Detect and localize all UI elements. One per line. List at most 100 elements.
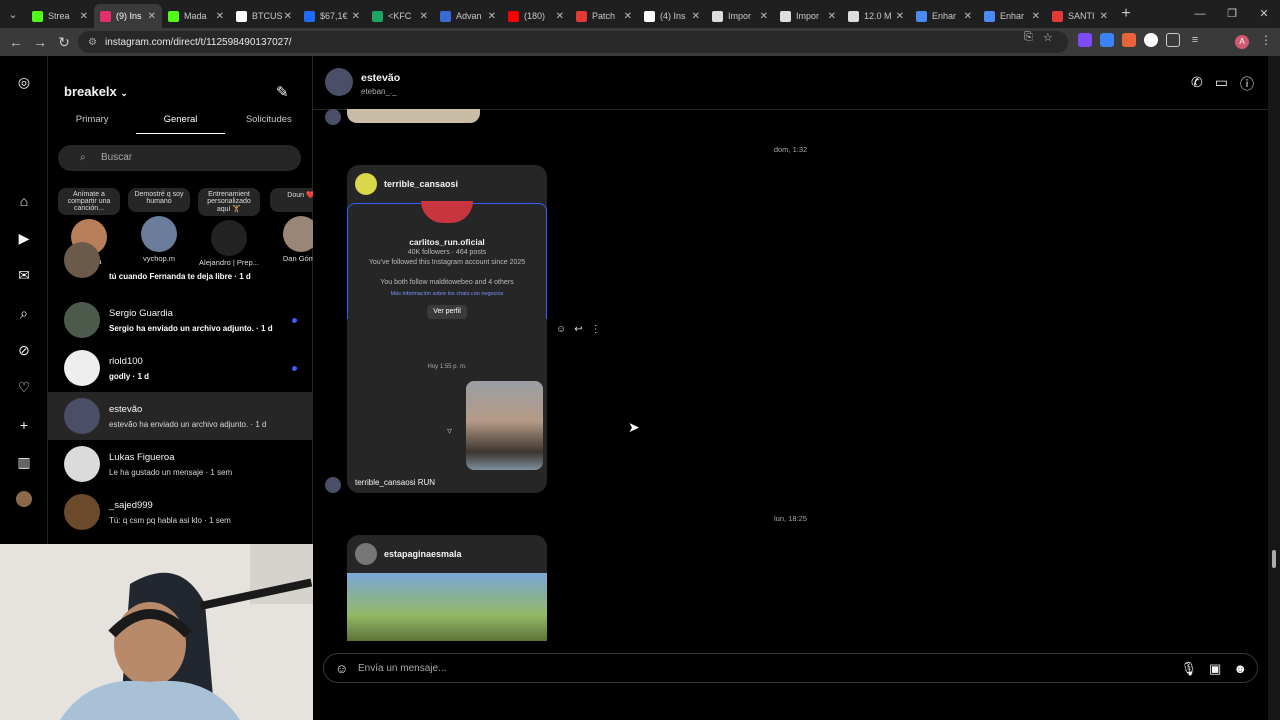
- search-input[interactable]: ⌕ Buscar: [58, 145, 301, 171]
- url-field[interactable]: ⚙ instagram.com/direct/t/112598490137027…: [78, 31, 1068, 53]
- reels-icon[interactable]: ▶: [16, 230, 32, 246]
- business-info-link[interactable]: Más información sobre los chats con nego…: [347, 291, 547, 297]
- tab-close-icon[interactable]: ✕: [420, 11, 428, 22]
- conversation-item[interactable]: estevão estevão ha enviado un archivo adj…: [48, 392, 313, 440]
- browser-tab[interactable]: Enhar ✕: [978, 4, 1046, 28]
- browser-tab[interactable]: <KFC ✕: [366, 4, 434, 28]
- tab-close-icon[interactable]: ✕: [488, 11, 496, 22]
- conversation-item[interactable]: _sajed999 Tú: q csm pq habla asi klo · 1 …: [48, 488, 313, 536]
- install-icon[interactable]: ⎘: [1024, 31, 1033, 44]
- sticker-icon[interactable]: ☻: [1233, 661, 1247, 677]
- reply-icon[interactable]: ↩: [574, 324, 582, 335]
- post-author[interactable]: terrible_cansaosi: [384, 179, 458, 189]
- back-icon[interactable]: ←: [4, 34, 28, 50]
- menu-dots-icon[interactable]: ⋮: [1260, 33, 1272, 47]
- home-icon[interactable]: ⌂: [16, 193, 32, 209]
- contact-name[interactable]: estevão: [361, 72, 400, 84]
- media-icon[interactable]: ≡: [1188, 33, 1202, 47]
- tab-close-icon[interactable]: ✕: [352, 11, 360, 22]
- tab-close-icon[interactable]: ✕: [148, 11, 156, 22]
- image-upload-icon[interactable]: ▣: [1209, 661, 1221, 677]
- browser-tab[interactable]: SANTI ✕: [1046, 4, 1114, 28]
- browser-tab[interactable]: (4) Ins ✕: [638, 4, 706, 28]
- create-icon[interactable]: +: [16, 417, 32, 433]
- shared-post-card[interactable]: estapaginaesmala: [347, 535, 547, 641]
- page-scrollbar[interactable]: [1268, 56, 1280, 720]
- forward-icon[interactable]: →: [28, 34, 52, 50]
- browser-tab[interactable]: $67,1€ ✕: [298, 4, 366, 28]
- contact-avatar[interactable]: [325, 68, 353, 96]
- browser-tab[interactable]: Strea ✕: [26, 4, 94, 28]
- dashboard-icon[interactable]: ▥: [16, 454, 32, 470]
- tab-close-icon[interactable]: ✕: [80, 11, 88, 22]
- tab-close-icon[interactable]: ✕: [964, 11, 972, 22]
- browser-tab[interactable]: Advan ✕: [434, 4, 502, 28]
- tab-close-icon[interactable]: ✕: [760, 11, 768, 22]
- browser-tab[interactable]: Enhar ✕: [910, 4, 978, 28]
- previous-image-message[interactable]: [347, 109, 480, 123]
- emoji-icon[interactable]: ☺: [335, 661, 348, 676]
- video-call-icon[interactable]: ▭: [1215, 74, 1228, 94]
- minimize-icon[interactable]: —: [1184, 0, 1216, 28]
- microphone-icon[interactable]: 🎙: [1181, 661, 1198, 677]
- inbox-tab[interactable]: Solicitudes: [225, 114, 313, 134]
- shared-image-thumbnail[interactable]: [466, 381, 543, 470]
- browser-tab[interactable]: (180) ✕: [502, 4, 570, 28]
- view-profile-button[interactable]: Ver perfil: [427, 305, 467, 319]
- tab-close-icon[interactable]: ✕: [284, 11, 292, 22]
- extension-icon[interactable]: [1078, 33, 1092, 47]
- puzzle-icon[interactable]: [1166, 33, 1180, 47]
- bookmark-star-icon[interactable]: ☆: [1043, 31, 1053, 44]
- shared-post-image[interactable]: [347, 573, 547, 641]
- profile-avatar[interactable]: A: [1235, 35, 1249, 49]
- ublock-icon[interactable]: [1144, 33, 1158, 47]
- tab-search-icon[interactable]: ⌄: [0, 0, 26, 28]
- browser-tab[interactable]: 12.0 M ✕: [842, 4, 910, 28]
- tab-close-icon[interactable]: ✕: [556, 11, 564, 22]
- tab-close-icon[interactable]: ✕: [216, 11, 224, 22]
- profile-icon[interactable]: [16, 491, 32, 507]
- browser-tab[interactable]: (9) Ins ✕: [94, 4, 162, 28]
- notifications-heart-icon[interactable]: ♡: [16, 379, 32, 395]
- browser-tab[interactable]: Impor ✕: [706, 4, 774, 28]
- compose-icon[interactable]: ✎: [276, 83, 289, 101]
- extension-icon[interactable]: [1122, 33, 1136, 47]
- maximize-icon[interactable]: ❐: [1216, 0, 1248, 28]
- instagram-logo-icon[interactable]: ◎: [16, 74, 32, 90]
- conversation-info-icon[interactable]: ⓘ: [1240, 74, 1254, 94]
- conversation-item[interactable]: rlold100 godly · 1 d: [48, 344, 313, 392]
- react-emoji-icon[interactable]: ☺: [556, 324, 566, 335]
- browser-tab[interactable]: Impor ✕: [774, 4, 842, 28]
- tab-close-icon[interactable]: ✕: [896, 11, 904, 22]
- inbox-tab[interactable]: Primary: [48, 114, 136, 134]
- messenger-icon[interactable]: ✉: [16, 267, 32, 283]
- message-input[interactable]: ☺ Envía un mensaje... 🎙 ▣ ☻: [323, 653, 1258, 683]
- inbox-tab[interactable]: General: [136, 114, 225, 134]
- phone-call-icon[interactable]: ✆: [1191, 74, 1203, 94]
- forward-icon[interactable]: ▿: [447, 426, 452, 437]
- extension-icon[interactable]: [1100, 33, 1114, 47]
- tab-close-icon[interactable]: ✕: [828, 11, 836, 22]
- account-switcher[interactable]: breakelx ⌄: [64, 84, 128, 99]
- post-author[interactable]: estapaginaesmala: [384, 549, 462, 559]
- tab-close-icon[interactable]: ✕: [1032, 11, 1040, 22]
- conversation-item[interactable]: Sergio Guardia Sergio ha enviado un archi…: [48, 296, 313, 344]
- reload-icon[interactable]: ↻: [52, 34, 76, 51]
- browser-tab[interactable]: BTCUS ✕: [230, 4, 298, 28]
- tab-close-icon[interactable]: ✕: [1100, 11, 1108, 22]
- explore-icon[interactable]: ⊘: [16, 342, 32, 358]
- conversation-item[interactable]: Lukas Figueroa Le ha gustado un mensaje ·…: [48, 440, 313, 488]
- close-window-icon[interactable]: ✕: [1248, 0, 1280, 28]
- conversation-item[interactable]: tú cuando Fernanda te deja libre · 1 d: [48, 242, 313, 296]
- browser-tab[interactable]: Mada ✕: [162, 4, 230, 28]
- search-icon[interactable]: ⌕: [16, 305, 32, 321]
- note-item[interactable]: Doun ❤️Dan Góme: [270, 188, 313, 263]
- note-item[interactable]: Demostré q soy humano vychop.m: [128, 188, 190, 263]
- browser-tab[interactable]: Patch ✕: [570, 4, 638, 28]
- more-options-icon[interactable]: ⋮: [591, 324, 601, 335]
- new-tab-button[interactable]: +: [1114, 5, 1138, 23]
- shared-post-card[interactable]: terrible_cansaosi carlitos_run.oficial 4…: [347, 165, 547, 493]
- tab-close-icon[interactable]: ✕: [692, 11, 700, 22]
- site-info-icon[interactable]: ⚙: [88, 37, 97, 48]
- tab-close-icon[interactable]: ✕: [624, 11, 632, 22]
